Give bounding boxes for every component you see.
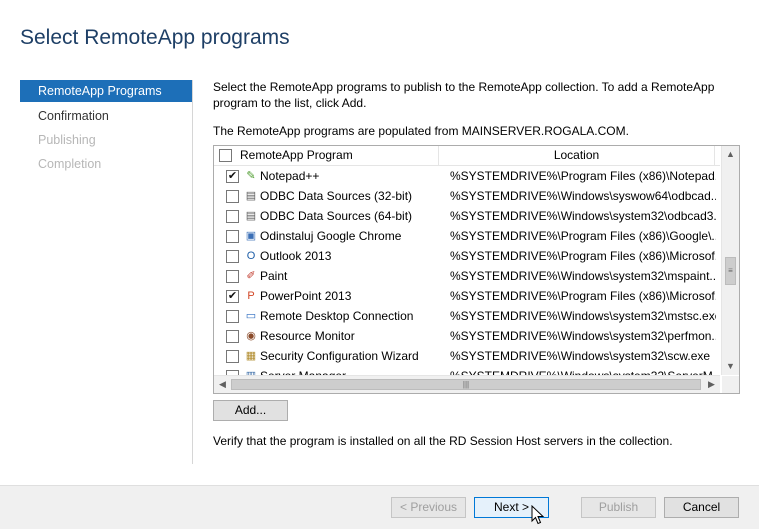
list-item[interactable]: ▣ Odinstaluj Google Chrome %SYSTEMDRIVE%\P…	[214, 226, 720, 246]
program-location: %SYSTEMDRIVE%\Windows\system32\odbcad3..…	[450, 209, 716, 223]
program-name: ODBC Data Sources (64-bit)	[260, 209, 413, 223]
nav-item-completion: Completion	[38, 157, 102, 171]
program-checkbox[interactable]: ✔	[226, 290, 239, 303]
program-checkbox[interactable]: ✔	[226, 170, 239, 183]
page-title: Select RemoteApp programs	[20, 26, 290, 49]
program-checkbox[interactable]	[226, 270, 239, 283]
populated-from-text: The RemoteApp programs are populated fro…	[213, 124, 629, 138]
list-item[interactable]: ✔ ✎ Notepad++ %SYSTEMDRIVE%\Program Files (…	[214, 166, 720, 186]
nav-divider	[192, 80, 193, 464]
resource-monitor-icon: ◉	[246, 330, 256, 342]
program-checkbox[interactable]	[226, 250, 239, 263]
program-location: %SYSTEMDRIVE%\Windows\system32\perfmon..…	[450, 329, 716, 343]
program-checkbox[interactable]	[226, 190, 239, 203]
scroll-corner	[722, 376, 739, 393]
program-location: %SYSTEMDRIVE%\Program Files (x86)\Notepa…	[450, 169, 716, 183]
program-location: %SYSTEMDRIVE%\Windows\system32\scw.exe	[450, 349, 711, 363]
odbc-icon: ▤	[245, 190, 257, 202]
vertical-scrollbar[interactable]: ▲ ≡ ▼	[721, 146, 739, 375]
nav-item-publishing: Publishing	[38, 133, 96, 147]
program-name: Notepad++	[260, 169, 320, 183]
nav-item-remoteapp-programs[interactable]: RemoteApp Programs	[20, 80, 192, 102]
previous-button[interactable]: < Previous	[391, 497, 466, 518]
list-header: RemoteApp Program Location	[214, 146, 720, 166]
program-rows: ✔ ✎ Notepad++ %SYSTEMDRIVE%\Program Files (…	[214, 166, 720, 386]
publish-button[interactable]: Publish	[581, 497, 656, 518]
program-checkbox[interactable]	[226, 330, 239, 343]
wizard-nav: RemoteApp Programs Confirmation Publishi…	[20, 80, 192, 176]
scroll-left-icon[interactable]: ◀	[214, 376, 231, 393]
outlook-icon: O	[246, 250, 256, 262]
list-item[interactable]: ✐ Paint %SYSTEMDRIVE%\Windows\system32\msp…	[214, 266, 720, 286]
list-item[interactable]: ▭ Remote Desktop Connection %SYSTEMDRIVE%\…	[214, 306, 720, 326]
column-header-program-label: RemoteApp Program	[240, 148, 353, 162]
cancel-button[interactable]: Cancel	[664, 497, 739, 518]
program-location: %SYSTEMDRIVE%\Windows\syswow64\odbcad...	[450, 189, 716, 203]
program-name: Outlook 2013	[260, 249, 332, 263]
select-all-checkbox[interactable]	[219, 149, 232, 162]
scroll-right-icon[interactable]: ▶	[703, 376, 720, 393]
program-name: ODBC Data Sources (32-bit)	[260, 189, 413, 203]
program-name: Paint	[260, 269, 288, 283]
vertical-scroll-thumb[interactable]: ≡	[725, 257, 736, 285]
column-header-program[interactable]: RemoteApp Program	[214, 146, 439, 165]
program-location: %SYSTEMDRIVE%\Windows\system32\mstsc.exe	[450, 309, 716, 323]
program-location: %SYSTEMDRIVE%\Program Files (x86)\Google…	[450, 229, 716, 243]
program-checkbox[interactable]	[226, 230, 239, 243]
program-name: Security Configuration Wizard	[260, 349, 419, 363]
remote-desktop-icon: ▭	[245, 310, 257, 322]
program-checkbox[interactable]	[226, 310, 239, 323]
column-header-location[interactable]: Location	[439, 146, 715, 165]
program-checkbox[interactable]	[226, 210, 239, 223]
add-button[interactable]: Add...	[213, 400, 288, 421]
program-name: Remote Desktop Connection	[260, 309, 414, 323]
nav-item-confirmation[interactable]: Confirmation	[20, 104, 192, 128]
mouse-cursor-icon	[531, 505, 545, 525]
program-location: %SYSTEMDRIVE%\Windows\system32\mspaint..…	[450, 269, 716, 283]
program-location: %SYSTEMDRIVE%\Program Files (x86)\Micros…	[450, 249, 716, 263]
program-location: %SYSTEMDRIVE%\Program Files (x86)\Micros…	[450, 289, 716, 303]
security-wizard-icon: ▦	[245, 350, 257, 362]
program-checkbox[interactable]	[226, 350, 239, 363]
list-item[interactable]: ◉ Resource Monitor %SYSTEMDRIVE%\Windows\s…	[214, 326, 720, 346]
powerpoint-icon: P	[247, 290, 255, 302]
program-name: Resource Monitor	[260, 329, 355, 343]
list-item[interactable]: ▤ ODBC Data Sources (32-bit) %SYSTEMDRIVE%…	[214, 186, 720, 206]
verify-text: Verify that the program is installed on …	[213, 434, 673, 448]
paint-icon: ✐	[246, 270, 256, 282]
horizontal-scroll-thumb[interactable]: |||	[231, 379, 701, 390]
list-item[interactable]: ▤ ODBC Data Sources (64-bit) %SYSTEMDRIVE%…	[214, 206, 720, 226]
odbc-icon: ▤	[245, 210, 257, 222]
list-item[interactable]: ▦ Security Configuration Wizard %SYSTEMDRI…	[214, 346, 720, 366]
program-name: Odinstaluj Google Chrome	[260, 229, 402, 243]
scroll-down-icon[interactable]: ▼	[722, 358, 739, 375]
program-name: PowerPoint 2013	[260, 289, 352, 303]
list-item[interactable]: ✔ P PowerPoint 2013 %SYSTEMDRIVE%\Program F…	[214, 286, 720, 306]
description-text: Select the RemoteApp programs to publish…	[213, 80, 715, 110]
uninstall-icon: ▣	[245, 230, 257, 242]
scroll-up-icon[interactable]: ▲	[722, 146, 739, 163]
notepad-plus-icon: ✎	[246, 170, 256, 182]
list-item[interactable]: O Outlook 2013 %SYSTEMDRIVE%\Program Files…	[214, 246, 720, 266]
horizontal-scrollbar[interactable]: ◀ ||| ▶	[214, 375, 720, 393]
remoteapp-program-list[interactable]: RemoteApp Program Location ✔ ✎ Notepad++ %S…	[213, 145, 740, 394]
